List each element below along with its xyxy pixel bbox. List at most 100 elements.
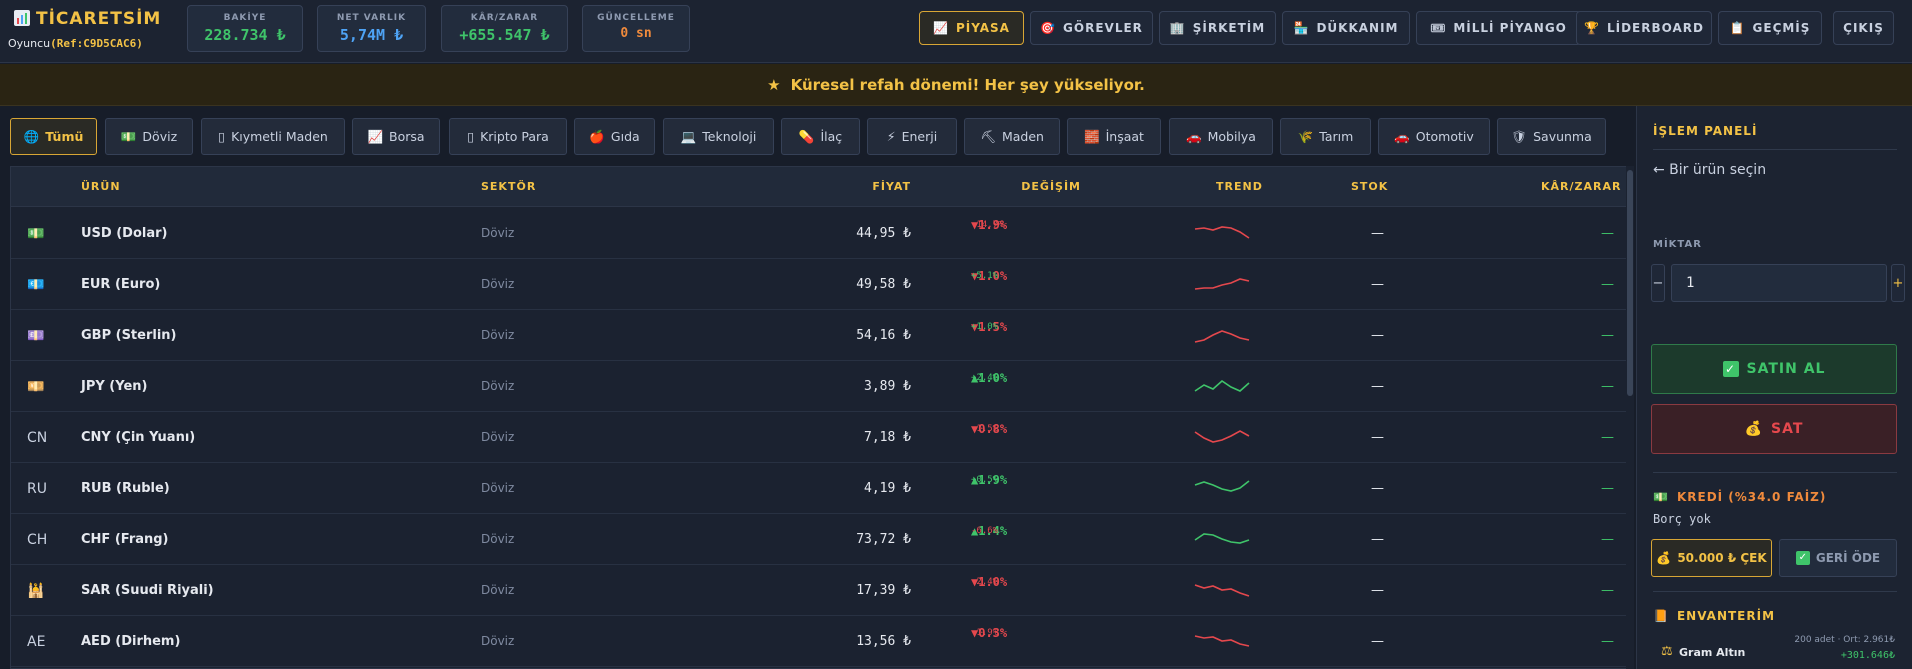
table-row[interactable]: 💵 USD (Dolar) Döviz 44,95 ₺ ▼1.9% -14.7% — — [11, 208, 1626, 259]
panel-title: İŞLEM PANELİ [1653, 124, 1758, 138]
nav-shop[interactable]: 🏪 DÜKKANIM [1282, 11, 1410, 45]
nav-lottery[interactable]: 🎟 MİLLİ PİYANGO [1416, 11, 1581, 45]
table-header: ÜRÜN SEKTÖR FİYAT DEĞİŞİM TREND STOK KÂR… [11, 167, 1626, 207]
filter-automotive[interactable]: 🚗 Otomotiv [1378, 118, 1490, 155]
shield-icon: 🛡 [1511, 128, 1528, 144]
update-label: GÜNCELLEME [597, 13, 675, 23]
sparkline-svg [1194, 430, 1250, 443]
store-icon: 🏪 [1293, 21, 1310, 35]
filter-label: Tümü [45, 129, 84, 144]
sector: Döviz [481, 277, 515, 291]
table-row[interactable]: 💴 JPY (Yen) Döviz 3,89 ₺ ▲1.0% +2.4% — — [11, 361, 1626, 412]
update-stat: GÜNCELLEME 0 sn [582, 5, 690, 52]
sparkline-svg [1194, 635, 1250, 647]
trend-sparkline [1191, 373, 1253, 403]
sector: Döviz [481, 532, 515, 546]
nav-label: PİYASA [955, 21, 1010, 35]
table-row[interactable]: AE AED (Dirhem) Döviz 13,56 ₺ ▼0.3% -1.9% — — [11, 616, 1626, 667]
filter-defense[interactable]: 🛡 Savunma [1497, 118, 1606, 155]
quantity-minus-button[interactable]: − [1651, 264, 1665, 302]
filter-furniture[interactable]: 🚗 Mobilya [1169, 118, 1273, 155]
stock: — [1371, 634, 1384, 649]
filter-agriculture[interactable]: 🌾 Tarım [1280, 118, 1371, 155]
product-name: AED (Dirhem) [81, 634, 181, 649]
globe-icon: 🌐 [23, 128, 40, 144]
nav-market[interactable]: 📈 PİYASA [919, 11, 1024, 45]
filter-mining[interactable]: ⛏ Maden [964, 118, 1060, 155]
quantity-label: MİKTAR [1653, 239, 1702, 250]
net-worth-value: 5,74M ₺ [339, 26, 404, 44]
filter-crypto[interactable]: ▯ Kripto Para [449, 118, 567, 155]
filter-label: Teknoloji [702, 129, 757, 144]
chart-icon [14, 10, 30, 26]
table-row[interactable]: 🕌 SAR (Suudi Riyali) Döviz 17,39 ₺ ▼1.0% -2.4… [11, 565, 1626, 616]
sparkline-line [1194, 226, 1250, 239]
profit-loss: — [1601, 481, 1614, 496]
scrollbar-thumb[interactable] [1627, 170, 1633, 396]
nav-label: MİLLİ PİYANGO [1453, 21, 1567, 35]
nav-label: DÜKKANIM [1316, 21, 1399, 35]
filter-construction[interactable]: 🧱 İnşaat [1067, 118, 1161, 155]
banner-text: Küresel refah dönemi! Her şey yükseliyor… [790, 75, 1145, 94]
filter-precious-metals[interactable]: ▯ Kıymetli Maden [201, 118, 345, 155]
filter-label: Döviz [142, 129, 178, 144]
currency-icon: 💷 [27, 328, 45, 344]
filter-pharma[interactable]: 💊 İlaç [781, 118, 860, 155]
product-name: RUB (Ruble) [81, 481, 170, 496]
sparkline-line [1194, 533, 1250, 544]
divider [1653, 591, 1897, 592]
profit-loss: — [1601, 583, 1614, 598]
change-total: -2.4% [971, 577, 999, 587]
nav-leaderboard[interactable]: 🏆 LİDERBOARD [1576, 11, 1712, 45]
sparkline-line [1194, 278, 1250, 290]
currency-icon: 💶 [27, 277, 45, 293]
profit-loss: — [1601, 430, 1614, 445]
filter-technology[interactable]: 💻 Teknoloji [663, 118, 774, 155]
table-row[interactable]: 💷 GBP (Sterlin) Döviz 54,16 ₺ ▼1.5% +1.0% — — [11, 310, 1626, 361]
repay-button[interactable]: ✓ GERİ ÖDE [1779, 539, 1897, 577]
stock: — [1371, 226, 1384, 241]
nav-company[interactable]: 🏢 ŞİRKETİM [1159, 11, 1276, 45]
lightning-icon: ⚡ [886, 129, 896, 144]
product-name: CHF (Frang) [81, 532, 169, 547]
currency-icon: RU [27, 481, 47, 497]
filter-currency[interactable]: 💵 Döviz [105, 118, 193, 155]
borrow-button[interactable]: 💰 50.000 ₺ ÇEK [1651, 539, 1772, 577]
table-row[interactable]: RU RUB (Ruble) Döviz 4,19 ₺ ▲1.9% +0.5% — — [11, 463, 1626, 514]
price: 49,58 ₺ [856, 277, 911, 292]
filter-label: Kıymetli Maden [231, 129, 328, 144]
nav-history[interactable]: 📋 GEÇMİŞ [1718, 11, 1822, 45]
nav-label: ÇIKIŞ [1843, 21, 1884, 35]
table-row[interactable]: CH CHF (Frang) Döviz 73,72 ₺ ▲1.4% -6.6% — — [11, 514, 1626, 565]
top-bar: TİCARETSİM Oyuncu(Ref:C9D5CAC6) BAKİYE 2… [0, 0, 1912, 63]
nav-tasks[interactable]: 🎯 GÖREVLER [1030, 11, 1153, 45]
sparkline-svg [1194, 480, 1250, 492]
quantity-plus-button[interactable]: + [1891, 264, 1905, 302]
inventory-item[interactable]: ⚖ Gram Altın 200 adet · Ort: 2.961₺ +301… [1651, 633, 1897, 669]
net-worth-stat: NET VARLIK 5,74M ₺ [317, 5, 426, 52]
star-icon: ★ [767, 75, 781, 94]
profit-loss: — [1601, 532, 1614, 547]
check-icon: ✓ [1795, 551, 1810, 565]
clipboard-icon: 📋 [1729, 21, 1746, 35]
filter-stocks[interactable]: 📈 Borsa [352, 118, 440, 155]
table-row[interactable]: 💶 EUR (Euro) Döviz 49,58 ₺ ▼1.0% +5.1% — — [11, 259, 1626, 310]
credit-label: KREDİ (%34.0 FAİZ) [1676, 490, 1827, 504]
filter-label: Gıda [610, 129, 640, 144]
logout-button[interactable]: ÇIKIŞ [1833, 11, 1894, 45]
product-name: EUR (Euro) [81, 277, 161, 292]
table-scrollbar[interactable] [1626, 166, 1634, 669]
table-row[interactable]: CN CNY (Çin Yuanı) Döviz 7,18 ₺ ▼0.8% -1.5% — — [11, 412, 1626, 463]
profit-loss-stat: KÂR/ZARAR +655.547 ₺ [441, 5, 568, 52]
price: 7,18 ₺ [864, 430, 911, 445]
sparkline-svg [1194, 330, 1250, 343]
filter-food[interactable]: 🍎 Gıda [574, 118, 655, 155]
filter-all[interactable]: 🌐 Tümü [10, 118, 97, 155]
quantity-input[interactable] [1671, 264, 1887, 302]
buy-button[interactable]: ✓ SATIN AL [1651, 344, 1897, 394]
filter-energy[interactable]: ⚡ Enerji [867, 118, 957, 155]
inventory-item-meta: 200 adet · Ort: 2.961₺ [1794, 635, 1895, 645]
product-name: JPY (Yen) [81, 379, 148, 394]
sell-button[interactable]: 💰 SAT [1651, 404, 1897, 454]
pickaxe-icon: ⛏ [980, 128, 996, 144]
